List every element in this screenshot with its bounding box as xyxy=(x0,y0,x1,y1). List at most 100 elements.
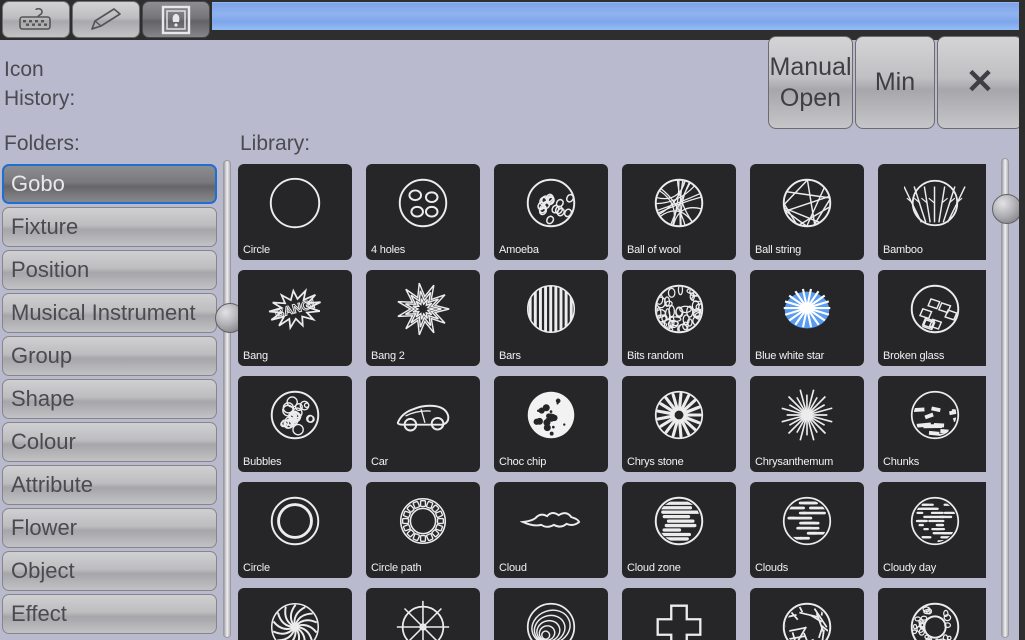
folder-item-colour[interactable]: Colour xyxy=(2,422,217,462)
library-tile-chrys-stone[interactable]: Chrys stone xyxy=(622,376,736,472)
pencil-icon-button[interactable] xyxy=(72,1,140,38)
library-tile-circle[interactable]: Circle xyxy=(238,482,352,578)
library-tile-spiral[interactable] xyxy=(494,588,608,640)
library-tile-bang-2[interactable]: Bang 2 xyxy=(366,270,480,366)
minimize-button[interactable]: Min xyxy=(855,36,935,129)
folder-item-flower[interactable]: Flower xyxy=(2,508,217,548)
bars-icon xyxy=(494,272,608,346)
library-tile-car[interactable]: Car xyxy=(366,376,480,472)
chrysanthemum-icon xyxy=(750,378,864,452)
library-tile-label: Bubbles xyxy=(243,456,282,468)
title-bar-blue-strip xyxy=(212,2,1025,30)
close-button[interactable]: ✕ xyxy=(937,36,1023,129)
ball-string-icon xyxy=(750,166,864,240)
library-tile-ball-string[interactable]: Ball string xyxy=(750,164,864,260)
keyboard-icon-button[interactable] xyxy=(2,1,70,38)
bang-icon: BANG! xyxy=(238,272,352,346)
library-tile-label: Blue white star xyxy=(755,350,825,362)
library-tile-swirl[interactable] xyxy=(238,588,352,640)
folder-item-shape[interactable]: Shape xyxy=(2,379,217,419)
library-tile-circle[interactable]: Circle xyxy=(238,164,352,260)
folder-item-fixture[interactable]: Fixture xyxy=(2,207,217,247)
library-tile-label: Cloud xyxy=(499,562,527,574)
chrys-stone-icon xyxy=(622,378,736,452)
library-tile-amoeba[interactable]: Amoeba xyxy=(494,164,608,260)
library-tile-bits-random[interactable]: Bits random xyxy=(622,270,736,366)
folders-list: Gobo Fixture Position Musical Instrument Gro… xyxy=(0,164,222,640)
keyboard-icon xyxy=(19,7,51,30)
folder-item-attribute[interactable]: Attribute xyxy=(2,465,217,505)
four-holes-icon xyxy=(366,166,480,240)
library-tile-4-holes[interactable]: 4 holes xyxy=(366,164,480,260)
bamboo-icon xyxy=(878,166,986,240)
folder-item-label: Flower xyxy=(11,515,78,540)
folder-item-object[interactable]: Object xyxy=(2,551,217,591)
folder-item-gobo[interactable]: Gobo xyxy=(2,164,217,204)
pencil-icon xyxy=(91,7,121,30)
library-tile-bang[interactable]: BANG! Bang xyxy=(238,270,352,366)
library-tile-label: Chrysanthemum xyxy=(755,456,834,468)
library-tile-label: Chunks xyxy=(883,456,920,468)
library-tile-broken-glass[interactable]: Broken glass xyxy=(878,270,986,366)
circle-path-icon xyxy=(366,484,480,558)
library-tile-label: Circle xyxy=(243,562,270,574)
folder-item-label: Attribute xyxy=(11,472,93,497)
picture-frame-icon xyxy=(161,5,191,34)
folder-item-label: Effect xyxy=(11,601,67,626)
spiral-icon xyxy=(494,590,608,640)
library-tile-cross[interactable] xyxy=(622,588,736,640)
swirl-icon xyxy=(238,590,352,640)
folder-item-effect[interactable]: Effect xyxy=(2,594,217,634)
library-tile-label: Bamboo xyxy=(883,244,923,256)
folders-scrollbar-track[interactable] xyxy=(223,160,231,638)
folders-scrollbar[interactable] xyxy=(215,160,245,638)
library-scrollbar[interactable] xyxy=(992,158,1022,640)
library-tile-cloudy-day[interactable]: Cloudy day xyxy=(878,482,986,578)
library-tile-label: Chrys stone xyxy=(627,456,684,468)
library-tile-ball-of-wool[interactable]: Ball of wool xyxy=(622,164,736,260)
chunks-icon xyxy=(878,378,986,452)
library-tile-label: Broken glass xyxy=(883,350,945,362)
library-tile-blue-white-star[interactable]: Blue white star xyxy=(750,270,864,366)
library-tile-label: Amoeba xyxy=(499,244,539,256)
folder-item-label: Group xyxy=(11,343,73,368)
library-tile-bamboo[interactable]: Bamboo xyxy=(878,164,986,260)
library-tile-label: Bits random xyxy=(627,350,684,362)
cloud-zone-icon xyxy=(622,484,736,558)
library-tile-circle-path[interactable]: Circle path xyxy=(366,482,480,578)
folder-item-label: Fixture xyxy=(11,214,79,239)
library-tile-ring-specks[interactable] xyxy=(878,588,986,640)
picture-icon-button[interactable] xyxy=(142,1,210,38)
library-tile-wheel[interactable] xyxy=(366,588,480,640)
library-label: Library: xyxy=(240,132,311,155)
manual-open-button[interactable]: Manual Open xyxy=(768,36,853,129)
library-tile-label: Ball of wool xyxy=(627,244,681,256)
cloudy-day-icon xyxy=(878,484,986,558)
circle-double-icon xyxy=(238,484,352,558)
library-tile-chrysanthemum[interactable]: Chrysanthemum xyxy=(750,376,864,472)
library-tile-label: Circle xyxy=(243,244,270,256)
library-scrollbar-track[interactable] xyxy=(1001,158,1009,638)
library-tile-cloud[interactable]: Cloud xyxy=(494,482,608,578)
library-tile-clouds[interactable]: Clouds xyxy=(750,482,864,578)
library-tile-bubbles[interactable]: Bubbles xyxy=(238,376,352,472)
library-tile-choc-chip[interactable]: Choc chip xyxy=(494,376,608,472)
folder-item-label: Musical Instrument xyxy=(11,300,196,325)
broken-glass-icon xyxy=(878,272,986,346)
library-tile-label: Bars xyxy=(499,350,521,362)
library-grid: Circle 4 holes Amoeba Ball of wool Ball stri… xyxy=(238,164,986,640)
folder-item-group[interactable]: Group xyxy=(2,336,217,376)
folder-item-label: Shape xyxy=(11,386,75,411)
folder-item-position[interactable]: Position xyxy=(2,250,217,290)
amoeba-icon xyxy=(494,166,608,240)
library-tile-chunks[interactable]: Chunks xyxy=(878,376,986,472)
library-tile-bars[interactable]: Bars xyxy=(494,270,608,366)
library-scrollbar-thumb[interactable] xyxy=(992,194,1022,224)
bubbles-icon xyxy=(238,378,352,452)
library-tile-cloud-zone[interactable]: Cloud zone xyxy=(622,482,736,578)
choc-chip-icon xyxy=(494,378,608,452)
ball-of-wool-icon xyxy=(622,166,736,240)
folder-item-musical-instrument[interactable]: Musical Instrument xyxy=(2,293,217,333)
library-tile-crosshatch[interactable] xyxy=(750,588,864,640)
folder-item-label: Object xyxy=(11,558,75,583)
